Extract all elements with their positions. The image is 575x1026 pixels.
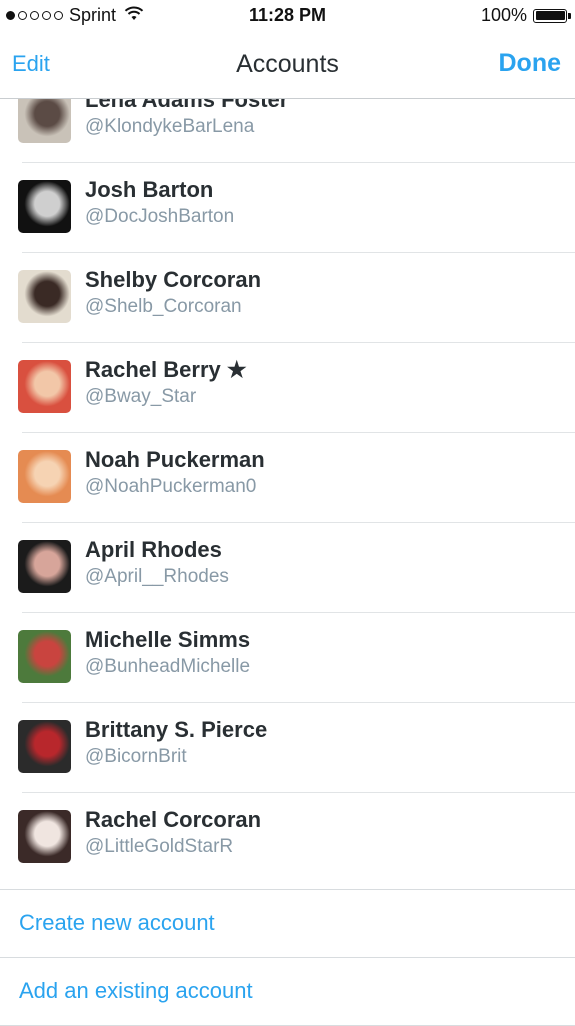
battery-icon [533, 8, 571, 23]
account-name: April Rhodes [85, 537, 222, 562]
avatar [18, 540, 71, 593]
done-button[interactable]: Done [499, 49, 562, 78]
navigation-bar: Edit Accounts Done [0, 34, 575, 99]
status-bar: Sprint 11:28 PM 100% [0, 0, 575, 34]
account-name: Lena Adams Foster [85, 99, 289, 112]
account-name: Brittany S. Pierce [85, 717, 268, 742]
account-row[interactable]: Brittany S. Pierce @BicornBrit [18, 703, 575, 793]
avatar [18, 360, 71, 413]
avatar [18, 99, 71, 143]
account-name: Michelle Simms [85, 627, 251, 652]
account-handle: @KlondykeBarLena [85, 116, 255, 137]
account-row[interactable]: Noah Puckerman @NoahPuckerman0 [18, 433, 575, 523]
avatar [18, 270, 71, 323]
create-account-button[interactable]: Create new account [0, 890, 575, 958]
account-row[interactable]: Shelby Corcoran @Shelb_Corcoran [18, 253, 575, 343]
account-name: Rachel Corcoran [85, 807, 262, 832]
account-handle: @Shelb_Corcoran [85, 296, 242, 317]
account-handle: @NoahPuckerman0 [85, 476, 257, 497]
account-row[interactable]: Rachel Corcoran @LittleGoldStarR [18, 793, 575, 882]
battery-status: 100% [480, 5, 571, 26]
account-handle: @Bway_Star [85, 386, 197, 407]
avatar [18, 720, 71, 773]
battery-percent: 100% [480, 5, 527, 25]
create-account-label: Create new account [19, 910, 215, 935]
account-name: Noah Puckerman [85, 447, 265, 472]
account-name: Josh Barton [85, 177, 214, 202]
avatar [18, 450, 71, 503]
account-handle: @BicornBrit [85, 746, 187, 767]
accounts-list-content: Lena Adams Foster @KlondykeBarLena Josh Ba… [0, 99, 575, 882]
account-row[interactable]: Michelle Simms @BunheadMichelle [18, 613, 575, 703]
account-name: Shelby Corcoran [85, 267, 262, 292]
account-row[interactable]: Josh Barton @DocJoshBarton [18, 163, 575, 253]
account-actions: Create new account Add an existing accou… [0, 889, 575, 1026]
avatar [18, 180, 71, 233]
account-handle: @LittleGoldStarR [85, 836, 234, 857]
account-handle: @BunheadMichelle [85, 656, 251, 677]
accounts-list[interactable]: Lena Adams Foster @KlondykeBarLena Josh Ba… [0, 99, 575, 889]
account-name: Rachel Berry ★ [85, 357, 247, 382]
account-handle: @April__Rhodes [85, 566, 229, 587]
avatar [18, 810, 71, 863]
add-existing-account-button[interactable]: Add an existing account [0, 958, 575, 1026]
page-title: Accounts [236, 50, 339, 78]
avatar [18, 630, 71, 683]
account-row[interactable]: Rachel Berry ★ @Bway_Star [18, 343, 575, 433]
account-row[interactable]: Lena Adams Foster @KlondykeBarLena [18, 99, 575, 163]
account-row[interactable]: April Rhodes @April__Rhodes [18, 523, 575, 613]
account-handle: @DocJoshBarton [85, 206, 235, 227]
add-existing-account-label: Add an existing account [19, 978, 253, 1003]
